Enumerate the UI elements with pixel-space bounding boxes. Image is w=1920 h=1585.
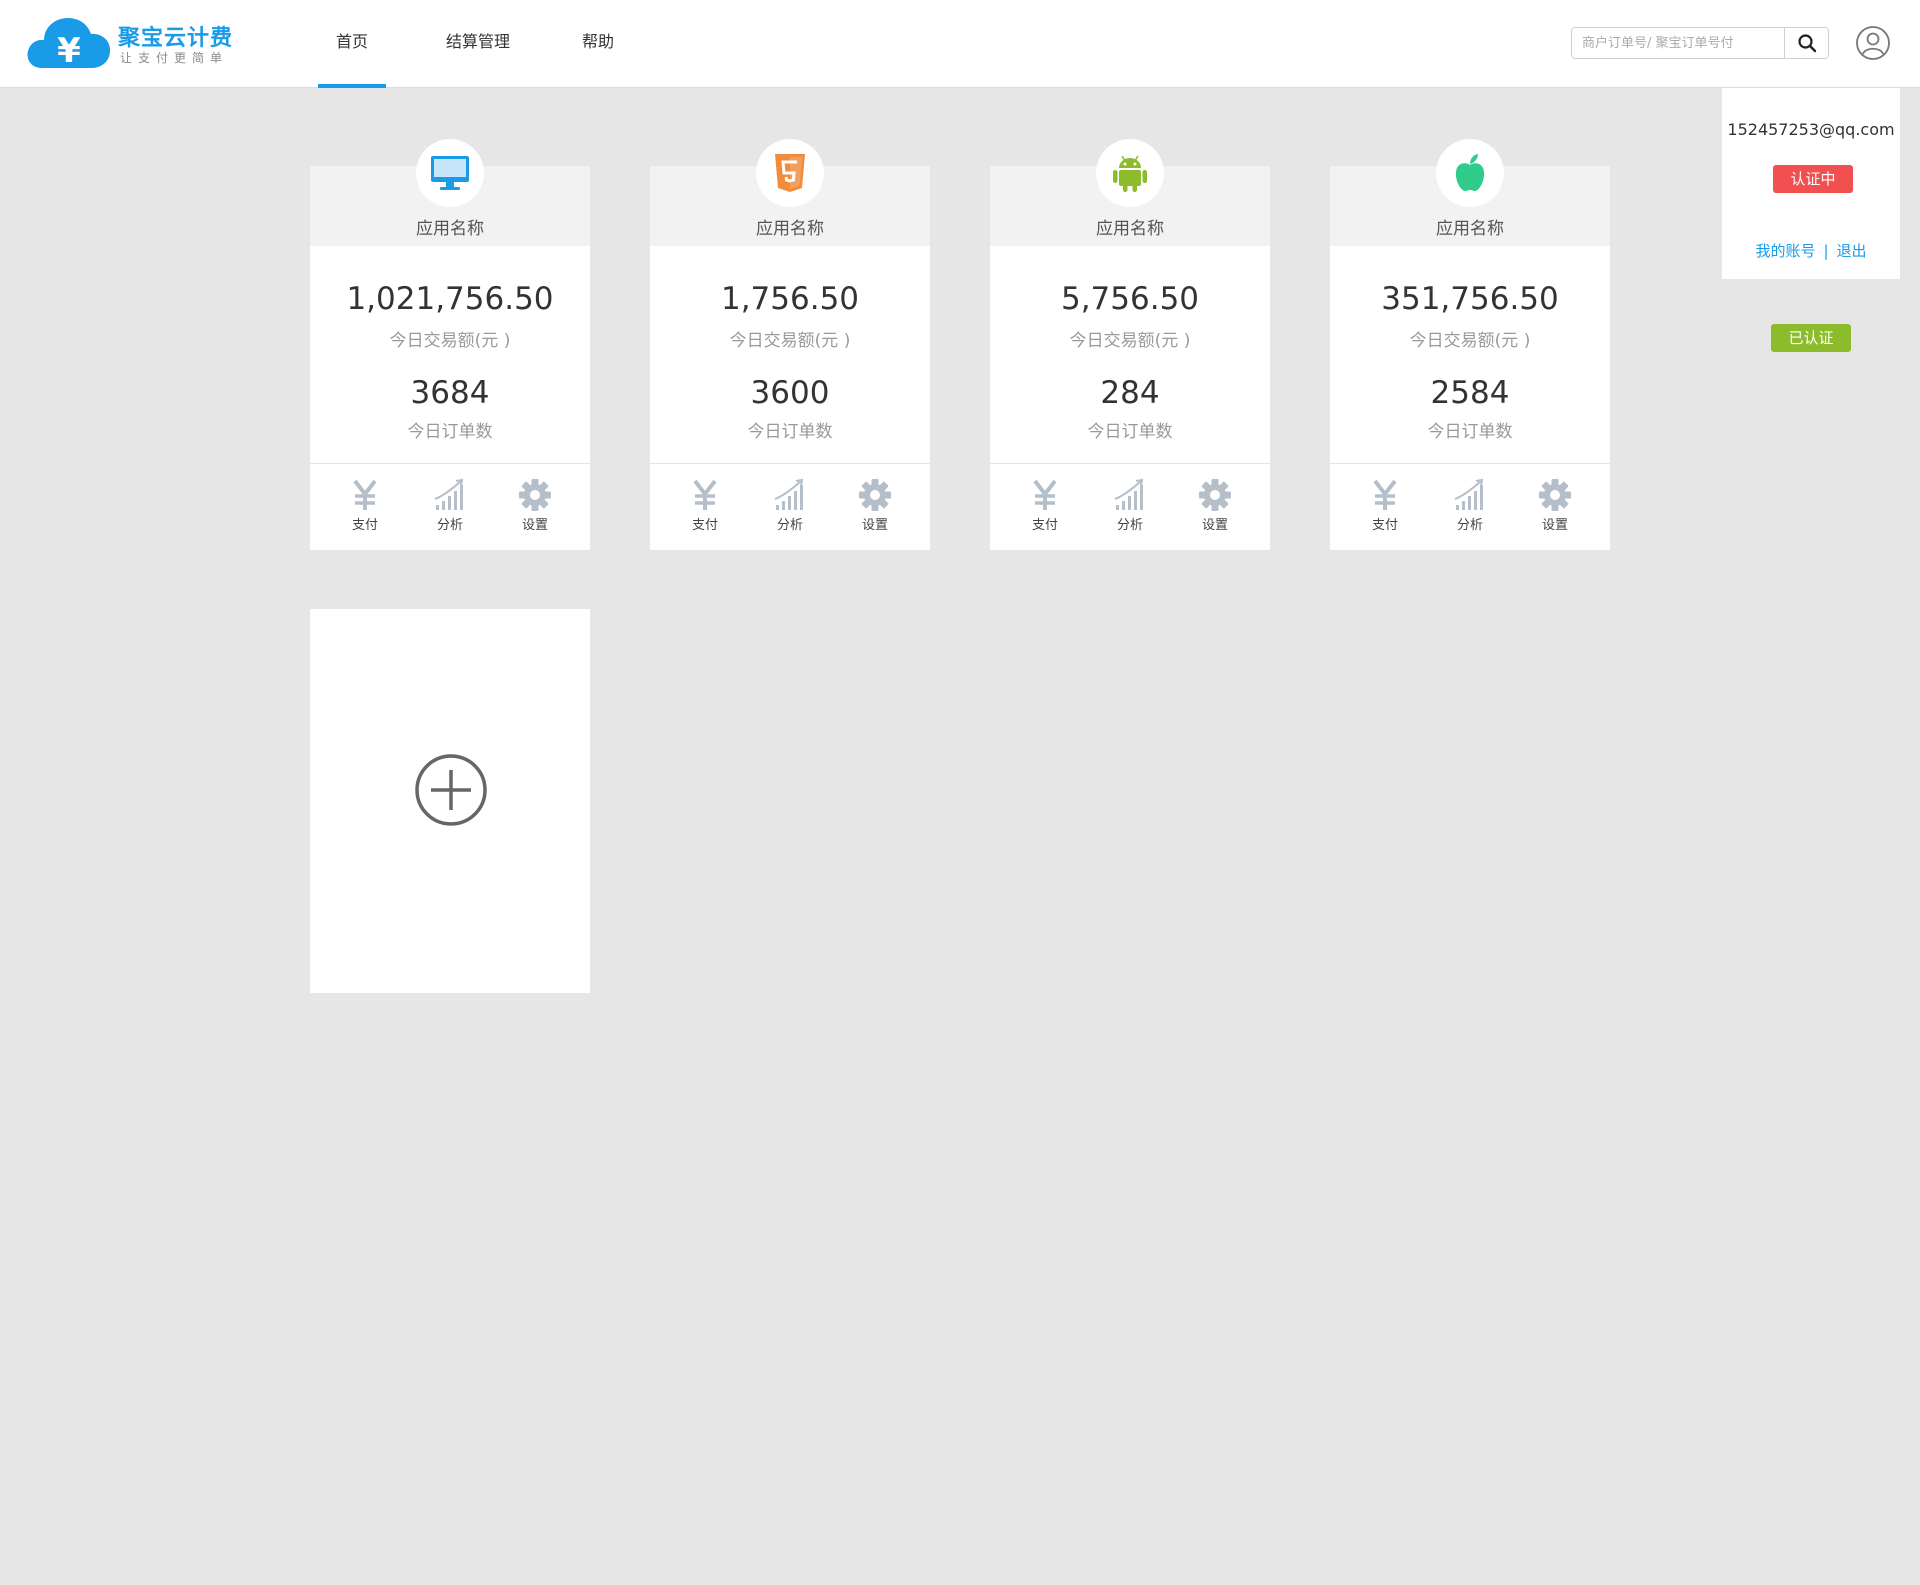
plus-circle-icon bbox=[415, 754, 487, 826]
card-action-yen[interactable]: 支付 bbox=[1015, 478, 1075, 538]
user-icon[interactable] bbox=[1855, 25, 1891, 61]
app-name: 应用名称 bbox=[1096, 219, 1164, 239]
card-action-bar-chart[interactable]: 分析 bbox=[760, 478, 820, 538]
action-label: 支付 bbox=[691, 518, 718, 533]
today-amount: 1,021,756.50 bbox=[346, 281, 554, 317]
bar-chart-icon bbox=[760, 478, 820, 512]
search-box bbox=[1571, 27, 1829, 59]
action-label: 设置 bbox=[861, 518, 888, 533]
today-amount: 5,756.50 bbox=[1060, 281, 1200, 317]
nav-item-help[interactable]: 帮助 bbox=[578, 0, 618, 88]
today-orders-label: 今日订单数 bbox=[1427, 422, 1513, 442]
yen-icon bbox=[335, 478, 395, 512]
gear-icon bbox=[1525, 478, 1585, 512]
card-actions: 支付 分析 设置 bbox=[650, 463, 930, 550]
card-action-gear[interactable]: 设置 bbox=[845, 478, 905, 538]
card-action-gear[interactable]: 设置 bbox=[505, 478, 565, 538]
card-header: 应用名称 bbox=[1330, 139, 1610, 246]
today-orders: 2584 bbox=[1430, 375, 1510, 411]
card-actions: 支付 分析 设置 bbox=[1330, 463, 1610, 550]
app-name: 应用名称 bbox=[416, 219, 484, 239]
card-action-yen[interactable]: 支付 bbox=[675, 478, 735, 538]
gear-icon bbox=[845, 478, 905, 512]
action-label: 分析 bbox=[436, 518, 463, 533]
yen-icon bbox=[1355, 478, 1415, 512]
svg-text:¥: ¥ bbox=[57, 31, 81, 71]
card-actions: 支付 分析 设置 bbox=[990, 463, 1270, 550]
nav-item-home[interactable]: 首页 bbox=[318, 0, 386, 88]
app-name: 应用名称 bbox=[1436, 219, 1504, 239]
nav-item-settlement[interactable]: 结算管理 bbox=[442, 0, 514, 88]
today-orders-label: 今日订单数 bbox=[1087, 422, 1173, 442]
app-card: 应用名称 351,756.50 今日交易额(元 ) 2584 今日订单数 支付 … bbox=[1330, 139, 1610, 550]
card-action-bar-chart[interactable]: 分析 bbox=[420, 478, 480, 538]
card-header: 应用名称 bbox=[650, 139, 930, 246]
logo[interactable]: ¥ 聚宝云计费 让支付更简单 bbox=[26, 14, 236, 72]
user-email: 152457253@qq.com bbox=[1727, 120, 1895, 139]
status-badge-verified: 已认证 bbox=[1771, 324, 1851, 352]
top-header: ¥ 聚宝云计费 让支付更简单 首页 结算管理 帮助 bbox=[0, 0, 1920, 88]
today-amount-label: 今日交易额(元 ) bbox=[389, 331, 511, 351]
search-icon bbox=[1797, 34, 1816, 53]
today-orders-label: 今日订单数 bbox=[407, 422, 493, 442]
my-account-link[interactable]: 我的账号 bbox=[1755, 242, 1815, 260]
action-label: 设置 bbox=[1541, 518, 1568, 533]
card-action-yen[interactable]: 支付 bbox=[335, 478, 395, 538]
app-card: 应用名称 5,756.50 今日交易额(元 ) 284 今日订单数 支付 分析 … bbox=[990, 139, 1270, 550]
yen-icon bbox=[675, 478, 735, 512]
logo-name: 聚宝云计费 bbox=[118, 26, 234, 51]
apple-icon bbox=[1436, 139, 1504, 207]
action-label: 支付 bbox=[351, 518, 378, 533]
action-label: 分析 bbox=[776, 518, 803, 533]
action-label: 分析 bbox=[1456, 518, 1483, 533]
search-button[interactable] bbox=[1784, 28, 1828, 58]
today-orders: 284 bbox=[1100, 375, 1160, 411]
today-amount-label: 今日交易额(元 ) bbox=[1409, 331, 1531, 351]
gear-icon bbox=[505, 478, 565, 512]
today-amount: 1,756.50 bbox=[720, 281, 860, 317]
card-action-yen[interactable]: 支付 bbox=[1355, 478, 1415, 538]
cloud-yen-icon: ¥ bbox=[26, 14, 112, 72]
card-actions: 支付 分析 设置 bbox=[310, 463, 590, 550]
app-card: 应用名称 1,756.50 今日交易额(元 ) 3600 今日订单数 支付 分析… bbox=[650, 139, 930, 550]
html5-icon bbox=[756, 139, 824, 207]
bar-chart-icon bbox=[1440, 478, 1500, 512]
bar-chart-icon bbox=[1100, 478, 1160, 512]
status-badge-pending: 认证中 bbox=[1773, 165, 1853, 193]
today-orders: 3600 bbox=[750, 375, 830, 411]
today-orders: 3684 bbox=[410, 375, 490, 411]
action-label: 设置 bbox=[521, 518, 548, 533]
link-separator: | bbox=[1823, 242, 1829, 260]
card-action-gear[interactable]: 设置 bbox=[1525, 478, 1585, 538]
today-amount-label: 今日交易额(元 ) bbox=[1069, 331, 1191, 351]
search-input[interactable] bbox=[1572, 28, 1784, 58]
today-amount: 351,756.50 bbox=[1381, 281, 1559, 317]
add-app-card[interactable] bbox=[310, 609, 590, 993]
yen-icon bbox=[1015, 478, 1075, 512]
today-orders-label: 今日订单数 bbox=[747, 422, 833, 442]
action-label: 分析 bbox=[1116, 518, 1143, 533]
desktop-icon bbox=[416, 139, 484, 207]
action-label: 支付 bbox=[1371, 518, 1398, 533]
logout-link[interactable]: 退出 bbox=[1837, 242, 1867, 260]
user-links: 我的账号 | 退出 bbox=[1722, 240, 1900, 261]
logo-slogan: 让支付更简单 bbox=[120, 51, 229, 65]
card-action-gear[interactable]: 设置 bbox=[1185, 478, 1245, 538]
card-action-bar-chart[interactable]: 分析 bbox=[1100, 478, 1160, 538]
action-label: 支付 bbox=[1031, 518, 1058, 533]
card-action-bar-chart[interactable]: 分析 bbox=[1440, 478, 1500, 538]
app-card: 应用名称 1,021,756.50 今日交易额(元 ) 3684 今日订单数 支… bbox=[310, 139, 590, 550]
android-icon bbox=[1096, 139, 1164, 207]
today-amount-label: 今日交易额(元 ) bbox=[729, 331, 851, 351]
action-label: 设置 bbox=[1201, 518, 1228, 533]
card-header: 应用名称 bbox=[310, 139, 590, 246]
user-dropdown: 152457253@qq.com 认证中 我的账号 | 退出 bbox=[1722, 88, 1900, 279]
card-header: 应用名称 bbox=[990, 139, 1270, 246]
gear-icon bbox=[1185, 478, 1245, 512]
app-name: 应用名称 bbox=[756, 219, 824, 239]
bar-chart-icon bbox=[420, 478, 480, 512]
